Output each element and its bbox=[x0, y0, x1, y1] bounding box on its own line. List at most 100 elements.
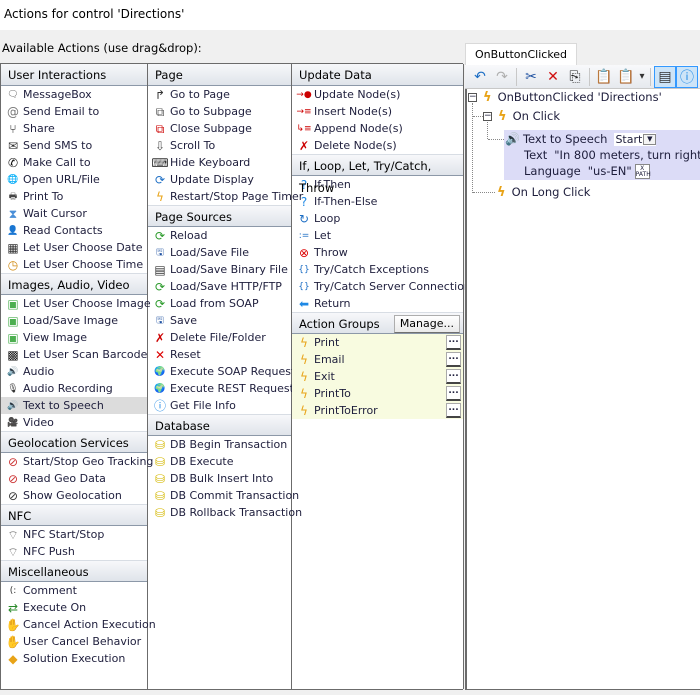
list-view-icon[interactable]: ▤ bbox=[654, 65, 676, 88]
action-item[interactable]: →● Update Node(s) bbox=[292, 86, 463, 103]
action-group-edit-button[interactable]: ... bbox=[446, 403, 461, 418]
action-item[interactable]: ⓘ Get File Info bbox=[148, 397, 291, 414]
xpath-button[interactable]: X PATH bbox=[634, 164, 651, 179]
action-item[interactable]: ⇄ Execute On bbox=[1, 599, 147, 616]
action-item[interactable]: ⊘ Start/Stop Geo Tracking bbox=[1, 453, 153, 470]
action-group-item[interactable]: ϟ Email... bbox=[292, 351, 463, 368]
paste-icon[interactable]: 📋 bbox=[593, 66, 615, 88]
action-item[interactable]: ▩ Let User Scan Barcode bbox=[1, 346, 147, 363]
action-item[interactable]: ⟳ Load from SOAP bbox=[148, 295, 291, 312]
action-item[interactable]: ⊗ Throw bbox=[292, 244, 463, 261]
action-item[interactable]: ✕ Reset bbox=[148, 346, 291, 363]
action-group-edit-button[interactable]: ... bbox=[446, 335, 461, 350]
action-item[interactable]: (: Comment bbox=[1, 582, 147, 599]
action-item[interactable]: ⊘ Show Geolocation bbox=[1, 487, 147, 504]
copy-icon[interactable]: ⎘ bbox=[564, 66, 586, 88]
action-item[interactable]: ↻ Loop bbox=[292, 210, 463, 227]
tree-on-click[interactable]: − ϟ On Click bbox=[483, 108, 560, 125]
tree-root-event[interactable]: − ϟ OnButtonClicked 'Directions' bbox=[468, 89, 662, 106]
action-group-item[interactable]: ϟ Exit... bbox=[292, 368, 463, 385]
action-group-edit-button[interactable]: ... bbox=[446, 369, 461, 384]
tree-on-long-click[interactable]: ϟ On Long Click bbox=[497, 184, 590, 201]
action-item[interactable]: 🎙 Audio Recording bbox=[1, 380, 147, 397]
speaker-icon: 🔊 bbox=[7, 366, 19, 377]
action-item[interactable]: @ Send Email to bbox=[1, 103, 147, 120]
action-item[interactable]: ⌨ Hide Keyboard bbox=[148, 154, 291, 171]
action-item[interactable]: ✗ Delete Node(s) bbox=[292, 137, 463, 154]
action-item[interactable]: 🌍 Execute SOAP Request bbox=[148, 363, 295, 380]
action-item[interactable]: ⌔ NFC Start/Stop bbox=[1, 526, 147, 543]
collapse-icon[interactable]: − bbox=[468, 93, 477, 102]
action-item[interactable]: ⟳ Update Display bbox=[148, 171, 291, 188]
action-item[interactable]: ↱ Go to Page bbox=[148, 86, 291, 103]
action-item[interactable]: 🌍 Execute REST Request bbox=[148, 380, 294, 397]
param-value[interactable]: "us-EN" bbox=[588, 163, 632, 180]
action-group-item[interactable]: ϟ Print... bbox=[292, 334, 463, 351]
action-item[interactable]: ϟ Restart/Stop Page Timer bbox=[148, 188, 303, 205]
action-item[interactable]: ▣ View Image bbox=[1, 329, 147, 346]
action-item[interactable]: ✋ User Cancel Behavior bbox=[1, 633, 147, 650]
action-group-edit-button[interactable]: ... bbox=[446, 352, 461, 367]
action-item[interactable]: ⑂ Share bbox=[1, 120, 147, 137]
action-item[interactable]: {} Try/Catch Exceptions bbox=[292, 261, 463, 278]
mode-dropdown[interactable]: Start ▼ bbox=[614, 133, 657, 146]
stop-hand-gray-icon: ✋ bbox=[5, 634, 21, 649]
manage-action-groups-button[interactable]: Manage... bbox=[393, 315, 460, 333]
chevron-down-icon[interactable]: ▼ bbox=[643, 134, 657, 145]
action-item[interactable]: 🖶 Print To bbox=[1, 188, 147, 205]
action-item[interactable]: →≡ Insert Node(s) bbox=[292, 103, 463, 120]
action-item[interactable]: 👤 Read Contacts bbox=[1, 222, 147, 239]
action-item[interactable]: ⧉ Close Subpage bbox=[148, 120, 291, 137]
action-item[interactable]: ⧉ Go to Subpage bbox=[148, 103, 291, 120]
action-item[interactable]: ✋ Cancel Action Execution bbox=[1, 616, 156, 633]
undo-icon[interactable]: ↶ bbox=[469, 66, 491, 88]
action-item[interactable]: ⛁ DB Commit Transaction bbox=[148, 487, 299, 504]
collapse-icon[interactable]: − bbox=[483, 112, 492, 121]
action-item[interactable]: ⌔ NFC Push bbox=[1, 543, 147, 560]
action-item[interactable]: := Let bbox=[292, 227, 463, 244]
action-item[interactable]: ▦ Let User Choose Date bbox=[1, 239, 147, 256]
action-item[interactable]: ⛁ DB Execute bbox=[148, 453, 291, 470]
action-item[interactable]: ◆ Solution Execution bbox=[1, 650, 147, 667]
action-item[interactable]: ⛁ DB Rollback Transaction bbox=[148, 504, 302, 521]
action-item[interactable]: ⊘ Read Geo Data bbox=[1, 470, 147, 487]
action-item[interactable]: ⛁ DB Bulk Insert Into bbox=[148, 470, 291, 487]
info-icon[interactable]: ⓘ bbox=[676, 65, 698, 88]
action-item[interactable]: {} Try/Catch Server Connection bbox=[292, 278, 471, 295]
tab-onbuttonclicked[interactable]: OnButtonClicked bbox=[465, 43, 578, 65]
action-group-item[interactable]: ϟ PrintTo... bbox=[292, 385, 463, 402]
action-item[interactable]: ✗ Delete File/Folder bbox=[148, 329, 291, 346]
action-item[interactable]: 🔊 Text to Speech bbox=[1, 397, 147, 414]
param-value[interactable]: "In 800 meters, turn right." bbox=[554, 147, 700, 164]
action-item[interactable]: 🌐 Open URL/File bbox=[1, 171, 147, 188]
action-group-edit-button[interactable]: ... bbox=[446, 386, 461, 401]
action-item[interactable]: ▣ Load/Save Image bbox=[1, 312, 147, 329]
dropdown-arrow-icon[interactable]: ▾ bbox=[637, 66, 647, 88]
action-item[interactable]: ✆ Make Call to bbox=[1, 154, 147, 171]
redo-icon[interactable]: ↷ bbox=[491, 66, 513, 88]
action-item[interactable]: 🖫 Load/Save File bbox=[148, 244, 291, 261]
action-item[interactable]: ⛁ DB Begin Transaction bbox=[148, 436, 291, 453]
action-item[interactable]: ✉ Send SMS to bbox=[1, 137, 147, 154]
action-item[interactable]: 🗨 MessageBox bbox=[1, 86, 147, 103]
action-item[interactable]: ◷ Let User Choose Time bbox=[1, 256, 147, 273]
action-item[interactable]: 🎥 Video bbox=[1, 414, 147, 431]
action-item[interactable]: ⟳ Load/Save HTTP/FTP bbox=[148, 278, 291, 295]
action-item[interactable]: ⇩ Scroll To bbox=[148, 137, 291, 154]
action-item[interactable]: 🖫 Save bbox=[148, 312, 291, 329]
param-row-language[interactable]: Language "us-EN" X PATH bbox=[524, 163, 651, 180]
delete-icon[interactable]: ✕ bbox=[542, 66, 564, 88]
action-group-item[interactable]: ϟ PrintToError... bbox=[292, 402, 463, 419]
param-row-text[interactable]: Text "In 800 meters, turn right." XPATH bbox=[524, 147, 700, 164]
tree-action-text-to-speech[interactable]: 🔊 Text to Speech Start ▼ bbox=[505, 131, 657, 148]
group-header-label: Page bbox=[155, 68, 183, 82]
action-item[interactable]: ▤ Load/Save Binary File bbox=[148, 261, 291, 278]
action-item[interactable]: ⧗ Wait Cursor bbox=[1, 205, 147, 222]
action-item[interactable]: ⬅ Return bbox=[292, 295, 463, 312]
paste-special-icon[interactable]: 📋 bbox=[615, 66, 637, 88]
action-item[interactable]: ⟳ Reload bbox=[148, 227, 291, 244]
cut-icon[interactable]: ✂ bbox=[520, 66, 542, 88]
action-item[interactable]: ▣ Let User Choose Image bbox=[1, 295, 150, 312]
action-item[interactable]: 🔊 Audio bbox=[1, 363, 147, 380]
action-item[interactable]: ↳≡ Append Node(s) bbox=[292, 120, 463, 137]
